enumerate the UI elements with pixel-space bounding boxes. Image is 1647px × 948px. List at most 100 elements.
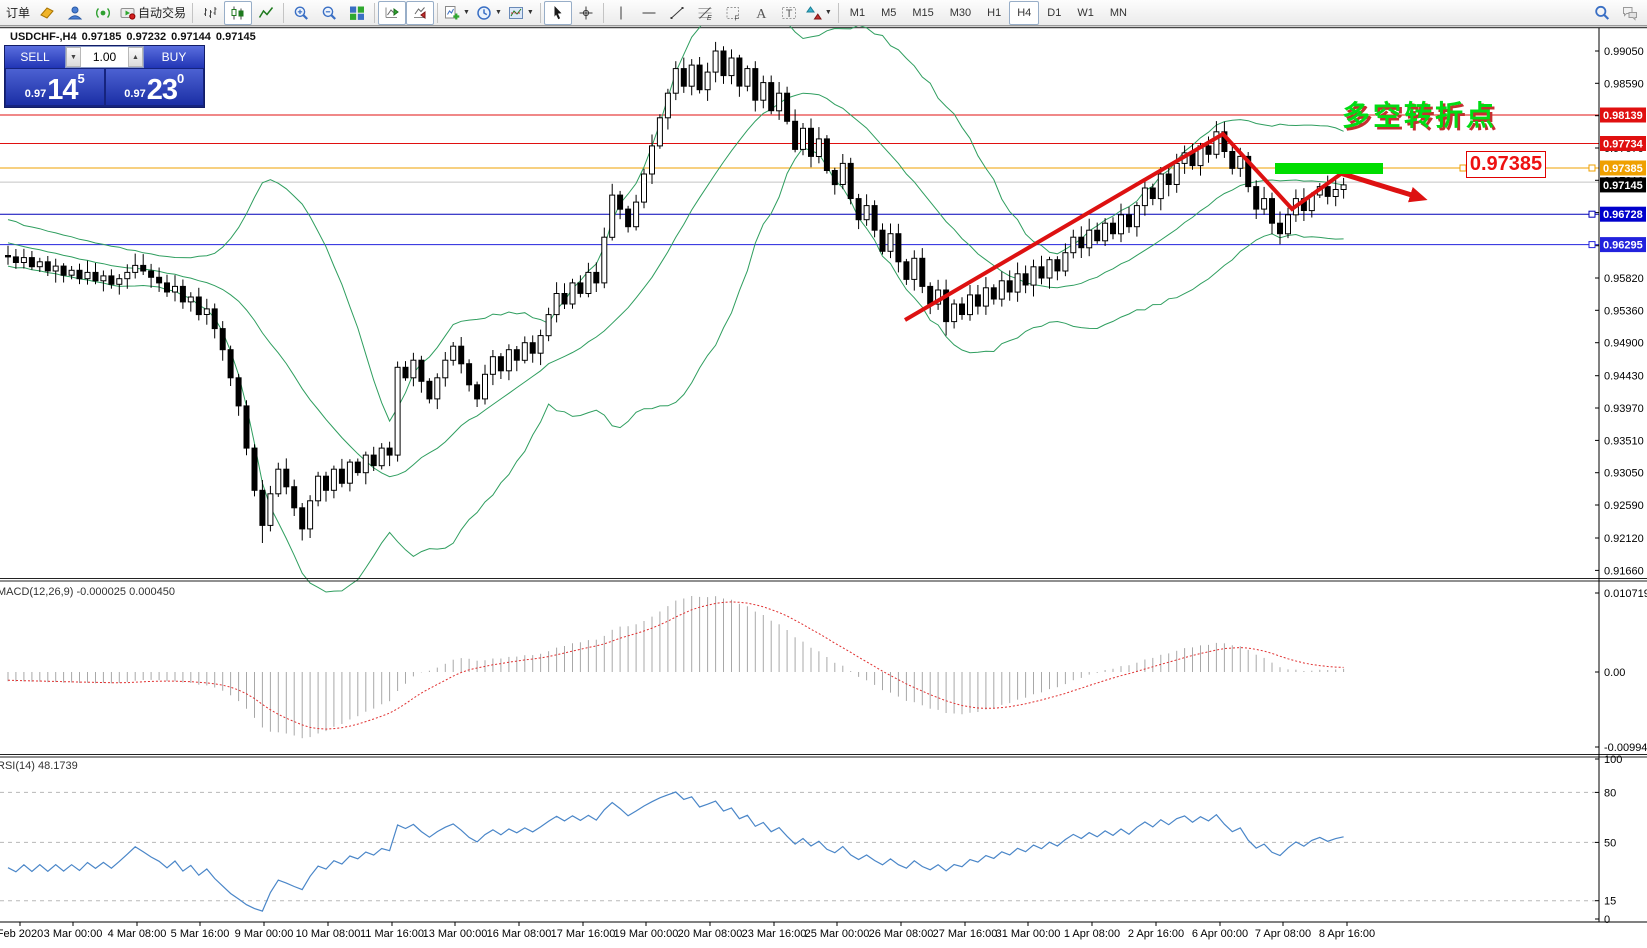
svg-text:4 Mar 08:00: 4 Mar 08:00	[108, 928, 167, 940]
templates-button[interactable]: ▼	[505, 1, 537, 25]
svg-text:31 Mar 00:00: 31 Mar 00:00	[996, 928, 1061, 940]
line-handle[interactable]	[1589, 165, 1595, 171]
periods-button[interactable]: ▼	[473, 1, 505, 25]
cursor-button[interactable]	[544, 1, 572, 25]
candlestick-chart-button[interactable]	[224, 1, 252, 25]
toolbar-separator	[283, 3, 284, 23]
new-chart-button[interactable]: ▼	[441, 1, 473, 25]
candle	[1007, 281, 1012, 292]
tf-m1[interactable]: M1	[842, 1, 873, 25]
candle	[1103, 223, 1108, 241]
dropdown-arrow-icon[interactable]: ▼	[825, 9, 832, 16]
buy-button[interactable]: BUY	[144, 46, 204, 68]
price-callout-box[interactable]: 0.97385	[1466, 151, 1546, 178]
chat-button[interactable]	[1616, 1, 1644, 25]
fibonacci-button[interactable]: E	[691, 1, 719, 25]
volume-decrease-button[interactable]: ▼	[66, 47, 81, 67]
tf-h4[interactable]: H4	[1009, 1, 1039, 25]
dropdown-arrow-icon[interactable]: ▼	[527, 9, 534, 16]
orders-button[interactable]: 订单	[3, 1, 33, 25]
svg-text:0.92590: 0.92590	[1604, 500, 1644, 512]
search-button[interactable]	[1588, 1, 1616, 25]
tf-h1[interactable]: H1	[979, 1, 1009, 25]
svg-text:0.94900: 0.94900	[1604, 338, 1644, 350]
buy-price-button[interactable]: 0.97 23 0	[106, 69, 204, 105]
broadcast-button[interactable]	[89, 1, 117, 25]
candle	[308, 501, 313, 529]
candle	[125, 272, 130, 278]
line-chart-button[interactable]	[252, 1, 280, 25]
candle	[483, 374, 488, 399]
candle	[1071, 237, 1076, 253]
candle	[1341, 185, 1346, 190]
candle	[1087, 230, 1092, 248]
candle	[85, 272, 90, 278]
candle	[721, 51, 726, 76]
volume-increase-button[interactable]: ▲	[128, 47, 143, 67]
vertical-line-button[interactable]	[607, 1, 635, 25]
candle	[149, 271, 154, 277]
community-button[interactable]	[61, 1, 89, 25]
template-icon	[508, 5, 524, 21]
volume-input[interactable]	[81, 47, 128, 67]
candle	[769, 83, 774, 111]
sell-price-button[interactable]: 0.97 14 5	[6, 69, 104, 105]
autotrading-button[interactable]: 自动交易	[117, 1, 189, 25]
new-order-button[interactable]	[33, 1, 61, 25]
bar-chart-button[interactable]	[196, 1, 224, 25]
fibo-icon: E	[697, 5, 713, 21]
candle	[530, 343, 535, 354]
line-handle[interactable]	[1589, 242, 1595, 248]
candle	[1079, 237, 1084, 248]
label-icon: T	[781, 5, 797, 21]
svg-text:0: 0	[1604, 914, 1610, 926]
svg-text:0.010719: 0.010719	[1604, 588, 1647, 600]
svg-text:0.96728: 0.96728	[1603, 209, 1643, 221]
tf-d1[interactable]: D1	[1039, 1, 1069, 25]
tf-m5-label: M5	[876, 7, 901, 19]
candle	[379, 448, 384, 466]
zoom-out-button[interactable]	[315, 1, 343, 25]
horizontal-line-button[interactable]	[635, 1, 663, 25]
tile-windows-button[interactable]	[343, 1, 371, 25]
svg-text:T: T	[786, 8, 793, 20]
candle	[793, 121, 798, 149]
chart-shift-button[interactable]	[406, 1, 434, 25]
tf-m5[interactable]: M5	[873, 1, 904, 25]
dropdown-arrow-icon[interactable]: ▼	[495, 9, 502, 16]
zoom-in-button[interactable]	[287, 1, 315, 25]
channel-button[interactable]: F	[719, 1, 747, 25]
turning-point-annotation[interactable]: 多空转折点	[1342, 94, 1497, 134]
candle	[188, 297, 193, 302]
text-label-button[interactable]: T	[775, 1, 803, 25]
tf-m30[interactable]: M30	[942, 1, 979, 25]
arrows-button[interactable]: ▼	[803, 1, 835, 25]
svg-text:26 Mar 08:00: 26 Mar 08:00	[869, 928, 934, 940]
tf-m15[interactable]: M15	[904, 1, 941, 25]
candle	[904, 262, 909, 280]
svg-text:80: 80	[1604, 787, 1616, 799]
candle	[960, 304, 965, 315]
candle	[586, 272, 591, 293]
tf-w1[interactable]: W1	[1069, 1, 1102, 25]
trendline-button[interactable]	[663, 1, 691, 25]
sell-button[interactable]: SELL	[5, 46, 65, 68]
autoscroll-button[interactable]	[378, 1, 406, 25]
crosshair-button[interactable]	[572, 1, 600, 25]
svg-text:23 Mar 16:00: 23 Mar 16:00	[742, 928, 807, 940]
candle	[1023, 274, 1028, 285]
candle	[832, 171, 837, 185]
candle	[1230, 152, 1235, 169]
line-handle[interactable]	[1589, 211, 1595, 217]
candle	[975, 295, 980, 306]
candle	[506, 350, 511, 371]
tf-mn[interactable]: MN	[1102, 1, 1135, 25]
candle	[1262, 199, 1267, 210]
toolbar-separator	[374, 3, 375, 23]
green-highlight-box[interactable]	[1275, 163, 1383, 174]
candle	[657, 118, 662, 146]
candle	[1254, 187, 1259, 210]
text-button[interactable]: A	[747, 1, 775, 25]
dropdown-arrow-icon[interactable]: ▼	[463, 9, 470, 16]
candle	[872, 206, 877, 231]
